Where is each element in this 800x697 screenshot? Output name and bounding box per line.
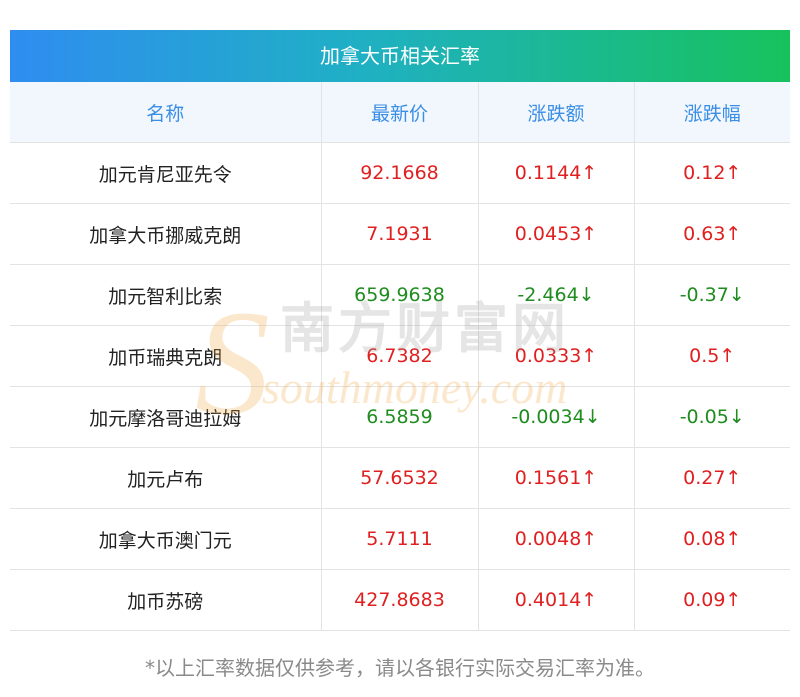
cell-change-percent: 0.63↑ [634,203,790,265]
cell-change-amount: -2.464↓ [478,264,635,326]
table-row: 加元摩洛哥迪拉姆 6.5859 -0.0034↓ -0.05↓ [10,386,790,448]
rate-table-container: 加拿大币相关汇率 名称 最新价 涨跌额 涨跌幅 加元肯尼亚先令 92.1668 0.… [10,30,790,631]
cell-change-amount: 0.0333↑ [478,325,635,387]
column-header-percent: 涨跌幅 [634,82,790,143]
cell-latest-price: 427.8683 [321,569,479,631]
table-row: 加拿大币澳门元 5.7111 0.0048↑ 0.08↑ [10,508,790,570]
cell-latest-price: 92.1668 [321,142,479,204]
cell-change-percent: 0.27↑ [634,447,790,509]
table-row: 加元卢布 57.6532 0.1561↑ 0.27↑ [10,447,790,509]
cell-change-amount: 0.0048↑ [478,508,635,570]
cell-change-percent: 0.09↑ [634,569,790,631]
table-header-row: 名称 最新价 涨跌额 涨跌幅 [10,82,790,143]
cell-currency-pair: 加元摩洛哥迪拉姆 [10,386,322,448]
cell-currency-pair: 加元智利比索 [10,264,322,326]
cell-currency-pair: 加元肯尼亚先令 [10,142,322,204]
cell-currency-pair: 加元卢布 [10,447,322,509]
column-header-change: 涨跌额 [478,82,635,143]
cell-change-amount: 0.1144↑ [478,142,635,204]
cell-change-percent: 0.5↑ [634,325,790,387]
cell-change-amount: -0.0034↓ [478,386,635,448]
cell-change-percent: 0.08↑ [634,508,790,570]
cell-change-percent: -0.05↓ [634,386,790,448]
cell-latest-price: 7.1931 [321,203,479,265]
cell-change-amount: 0.0453↑ [478,203,635,265]
cell-latest-price: 5.7111 [321,508,479,570]
table-row: 加元肯尼亚先令 92.1668 0.1144↑ 0.12↑ [10,142,790,204]
column-header-price: 最新价 [321,82,479,143]
table-row: 加拿大币挪威克朗 7.1931 0.0453↑ 0.63↑ [10,203,790,265]
cell-currency-pair: 加币瑞典克朗 [10,325,322,387]
cell-change-percent: -0.37↓ [634,264,790,326]
cell-latest-price: 6.7382 [321,325,479,387]
table-row: 加币瑞典克朗 6.7382 0.0333↑ 0.5↑ [10,325,790,387]
cell-change-amount: 0.4014↑ [478,569,635,631]
cell-latest-price: 57.6532 [321,447,479,509]
cell-currency-pair: 加拿大币澳门元 [10,508,322,570]
cell-latest-price: 659.9638 [321,264,479,326]
column-header-name: 名称 [10,82,322,143]
table-title: 加拿大币相关汇率 [10,30,790,82]
cell-currency-pair: 加币苏磅 [10,569,322,631]
cell-change-amount: 0.1561↑ [478,447,635,509]
table-row: 加元智利比索 659.9638 -2.464↓ -0.37↓ [10,264,790,326]
cell-change-percent: 0.12↑ [634,142,790,204]
cell-currency-pair: 加拿大币挪威克朗 [10,203,322,265]
table-row: 加币苏磅 427.8683 0.4014↑ 0.09↑ [10,569,790,631]
rate-table: 名称 最新价 涨跌额 涨跌幅 加元肯尼亚先令 92.1668 0.1144↑ 0.12… [10,82,790,631]
disclaimer-note: *以上汇率数据仅供参考，请以各银行实际交易汇率为准。 [145,656,655,680]
cell-latest-price: 6.5859 [321,386,479,448]
